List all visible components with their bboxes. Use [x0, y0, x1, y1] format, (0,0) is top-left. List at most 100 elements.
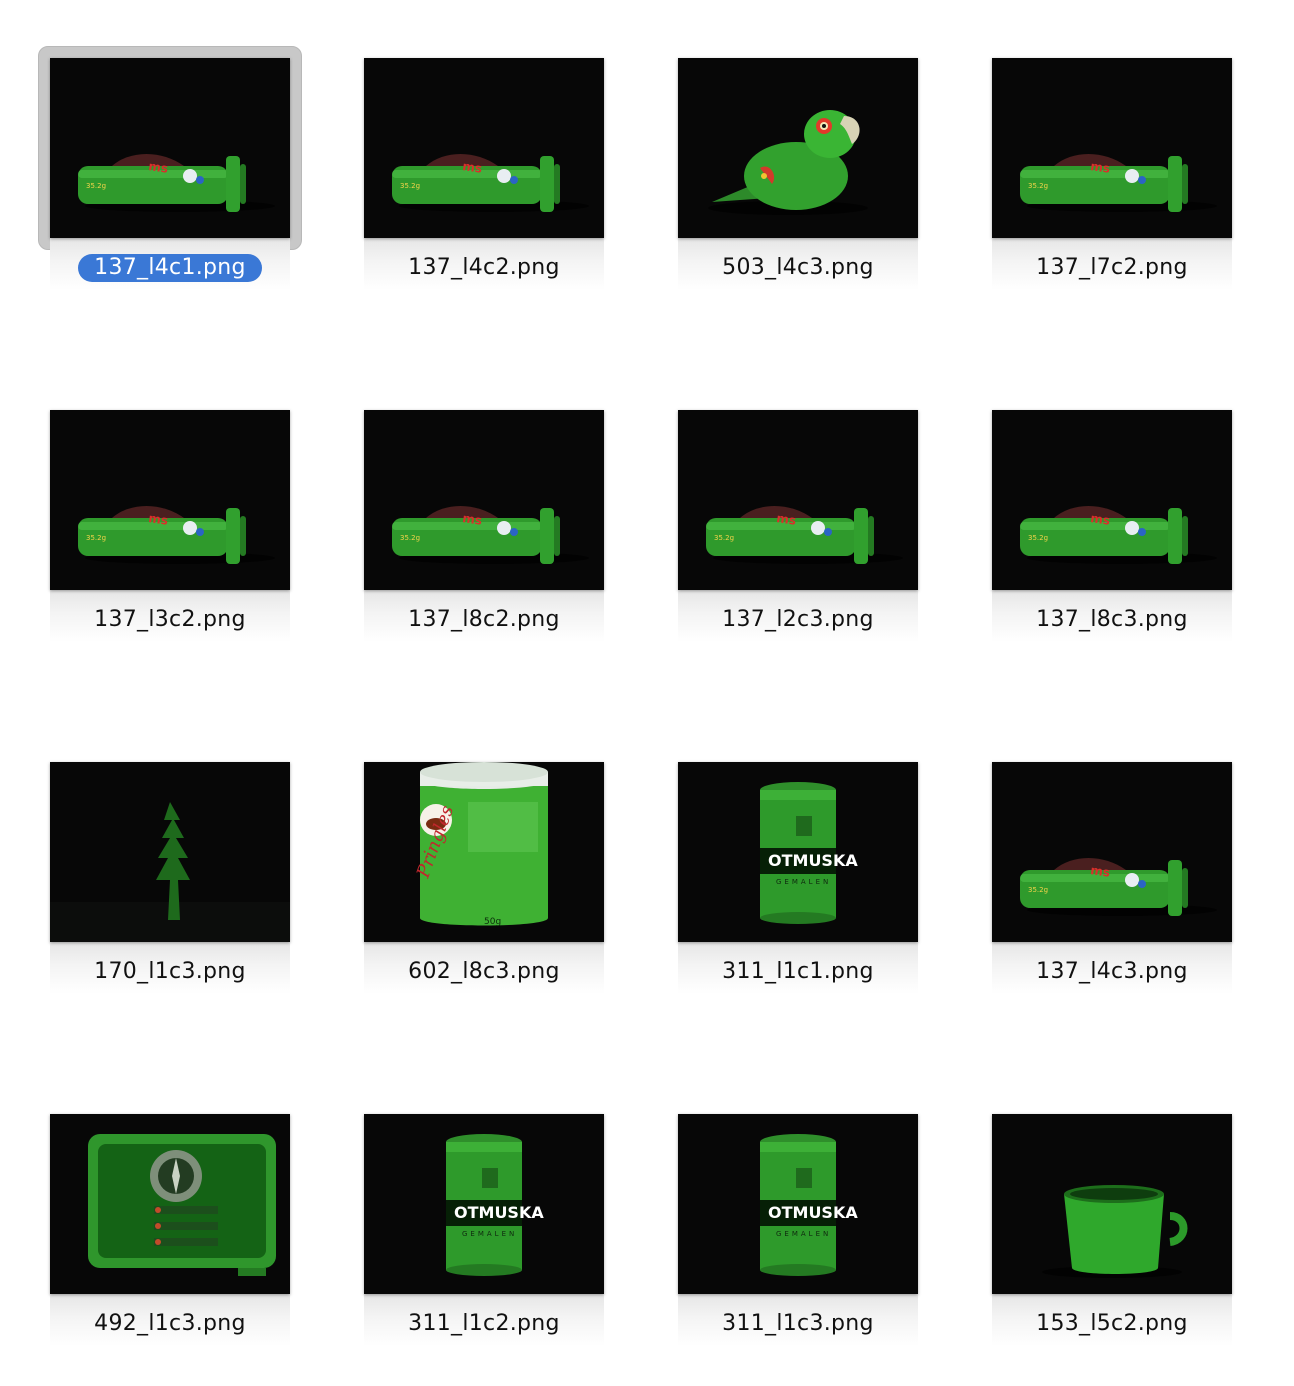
file-name-label[interactable]: 503_l4c3.png — [678, 254, 918, 282]
file-name-label[interactable]: 137_l3c2.png — [50, 606, 290, 634]
file-name-text: 170_l1c3.png — [94, 959, 246, 984]
file-icon-item[interactable]: OTMUSKA GEMALEN 311_l1c1.png — [678, 762, 918, 1002]
file-name-label[interactable]: 311_l1c3.png — [678, 1310, 918, 1338]
svg-text:35.2g: 35.2g — [86, 534, 106, 542]
image-thumbnail[interactable] — [50, 1114, 290, 1294]
mug-thumbnail-art — [992, 1114, 1232, 1294]
image-thumbnail[interactable]: ms 35.2g — [992, 410, 1232, 590]
file-icon-item[interactable]: ms 35.2g 137_l7c2.png — [992, 58, 1232, 298]
svg-text:50g: 50g — [484, 917, 501, 927]
image-thumbnail[interactable]: OTMUSKA GEMALEN — [678, 1114, 918, 1294]
file-name-label[interactable]: 137_l8c2.png — [364, 606, 604, 634]
svg-text:GEMALEN: GEMALEN — [462, 1230, 517, 1238]
tube-thumbnail-art: ms 35.2g — [678, 410, 918, 590]
file-name-text: 137_l3c2.png — [94, 607, 246, 632]
svg-text:35.2g: 35.2g — [400, 182, 420, 190]
file-name-label[interactable]: 602_l8c3.png — [364, 958, 604, 986]
file-name-text: 311_l1c2.png — [408, 1311, 560, 1336]
svg-text:OTMUSKA: OTMUSKA — [768, 1203, 858, 1222]
image-thumbnail[interactable]: ms 35.2g — [992, 58, 1232, 238]
svg-text:ms: ms — [1090, 159, 1111, 176]
file-name-label[interactable]: 153_l5c2.png — [992, 1310, 1232, 1338]
file-name-text: 137_l4c2.png — [408, 255, 560, 280]
tube-thumbnail-art: ms 35.2g — [992, 410, 1232, 590]
file-icon-item[interactable]: ms 35.2g 137_l2c3.png — [678, 410, 918, 650]
tube-thumbnail-art: ms 35.2g — [50, 410, 290, 590]
file-name-text: 137_l8c2.png — [408, 607, 560, 632]
image-thumbnail[interactable]: Pringles 50g — [364, 762, 604, 942]
image-thumbnail[interactable]: OTMUSKA GEMALEN — [678, 762, 918, 942]
file-name-label[interactable]: 137_l4c3.png — [992, 958, 1232, 986]
file-name-label[interactable]: 492_l1c3.png — [50, 1310, 290, 1338]
file-name-text: 137_l7c2.png — [1036, 255, 1188, 280]
svg-text:ms: ms — [148, 511, 169, 528]
file-icon-item[interactable]: OTMUSKA GEMALEN 311_l1c3.png — [678, 1114, 918, 1354]
file-icon-item[interactable]: ms 35.2g 137_l8c2.png — [364, 410, 604, 650]
svg-text:GEMALEN: GEMALEN — [776, 1230, 831, 1238]
file-name-text: 602_l8c3.png — [408, 959, 560, 984]
svg-text:ms: ms — [462, 159, 483, 176]
file-name-text: 137_l8c3.png — [1036, 607, 1188, 632]
tin-thumbnail-art: OTMUSKA GEMALEN — [678, 762, 918, 942]
svg-text:ms: ms — [1090, 511, 1111, 528]
tube-thumbnail-art: ms 35.2g — [364, 410, 604, 590]
file-icon-item[interactable]: ms 35.2g 137_l3c2.png — [50, 410, 290, 650]
can-pringles-thumbnail-art: Pringles 50g — [364, 762, 604, 942]
file-icon-item[interactable]: 153_l5c2.png — [992, 1114, 1232, 1354]
svg-text:ms: ms — [148, 159, 169, 176]
file-name-label[interactable]: 311_l1c1.png — [678, 958, 918, 986]
image-thumbnail[interactable]: ms 35.2g — [50, 410, 290, 590]
file-name-text: 311_l1c3.png — [722, 1311, 874, 1336]
svg-text:35.2g: 35.2g — [1028, 886, 1048, 894]
tin-thumbnail-art: OTMUSKA GEMALEN — [364, 1114, 604, 1294]
svg-text:35.2g: 35.2g — [86, 182, 106, 190]
file-name-label[interactable]: 170_l1c3.png — [50, 958, 290, 986]
file-icon-item[interactable]: 170_l1c3.png — [50, 762, 290, 1002]
file-name-label[interactable]: 137_l4c2.png — [364, 254, 604, 282]
svg-text:ms: ms — [1090, 863, 1111, 880]
file-name-text: 503_l4c3.png — [722, 255, 874, 280]
image-thumbnail[interactable]: ms 35.2g — [364, 410, 604, 590]
file-name-label[interactable]: 137_l8c3.png — [992, 606, 1232, 634]
file-name-label[interactable]: 137_l7c2.png — [992, 254, 1232, 282]
file-icon-item[interactable]: ms 35.2g 137_l8c3.png — [992, 410, 1232, 650]
file-name-label[interactable]: 311_l1c2.png — [364, 1310, 604, 1338]
file-icon-item[interactable]: ms 35.2g 137_l4c1.png — [38, 46, 302, 298]
file-name-text: 137_l4c3.png — [1036, 959, 1188, 984]
file-icon-item[interactable]: 492_l1c3.png — [50, 1114, 290, 1354]
image-thumbnail[interactable]: ms 35.2g — [50, 58, 290, 238]
image-thumbnail[interactable] — [992, 1114, 1232, 1294]
image-thumbnail[interactable]: ms 35.2g — [992, 762, 1232, 942]
tube-thumbnail-art: ms 35.2g — [364, 58, 604, 238]
image-thumbnail[interactable] — [678, 58, 918, 238]
svg-text:ms: ms — [462, 511, 483, 528]
image-thumbnail[interactable]: OTMUSKA GEMALEN — [364, 1114, 604, 1294]
file-icon-item[interactable]: Pringles 50g 602_l8c3.png — [364, 762, 604, 1002]
file-icon-item[interactable]: ms 35.2g 137_l4c3.png — [992, 762, 1232, 1002]
file-icon-item[interactable]: OTMUSKA GEMALEN 311_l1c2.png — [364, 1114, 604, 1354]
file-icon-item[interactable]: ms 35.2g 137_l4c2.png — [364, 58, 604, 298]
tube-thumbnail-art: ms 35.2g — [50, 58, 290, 238]
file-name-label[interactable]: 137_l2c3.png — [678, 606, 918, 634]
parrot-thumbnail-art — [678, 58, 918, 238]
tree-thumbnail-art — [50, 762, 290, 942]
image-thumbnail[interactable]: ms 35.2g — [364, 58, 604, 238]
radio-thumbnail-art — [50, 1114, 290, 1294]
svg-text:35.2g: 35.2g — [400, 534, 420, 542]
file-name-text: 311_l1c1.png — [722, 959, 874, 984]
file-name-label[interactable]: 137_l4c1.png — [50, 254, 290, 282]
svg-text:GEMALEN: GEMALEN — [776, 878, 831, 886]
tube-thumbnail-art: ms 35.2g — [992, 762, 1232, 942]
image-thumbnail[interactable] — [50, 762, 290, 942]
tube-thumbnail-art: ms 35.2g — [992, 58, 1232, 238]
tin-thumbnail-art: OTMUSKA GEMALEN — [678, 1114, 918, 1294]
image-thumbnail[interactable]: ms 35.2g — [678, 410, 918, 590]
file-icon-item[interactable]: 503_l4c3.png — [678, 58, 918, 298]
svg-text:35.2g: 35.2g — [714, 534, 734, 542]
svg-text:35.2g: 35.2g — [1028, 182, 1048, 190]
svg-text:ms: ms — [776, 511, 797, 528]
svg-text:35.2g: 35.2g — [1028, 534, 1048, 542]
file-name-text: 153_l5c2.png — [1036, 1311, 1188, 1336]
svg-text:OTMUSKA: OTMUSKA — [454, 1203, 544, 1222]
file-icon-grid: ms 35.2g 137_l4c1.png ms 35.2g 137_l4c2.… — [0, 0, 1294, 1386]
